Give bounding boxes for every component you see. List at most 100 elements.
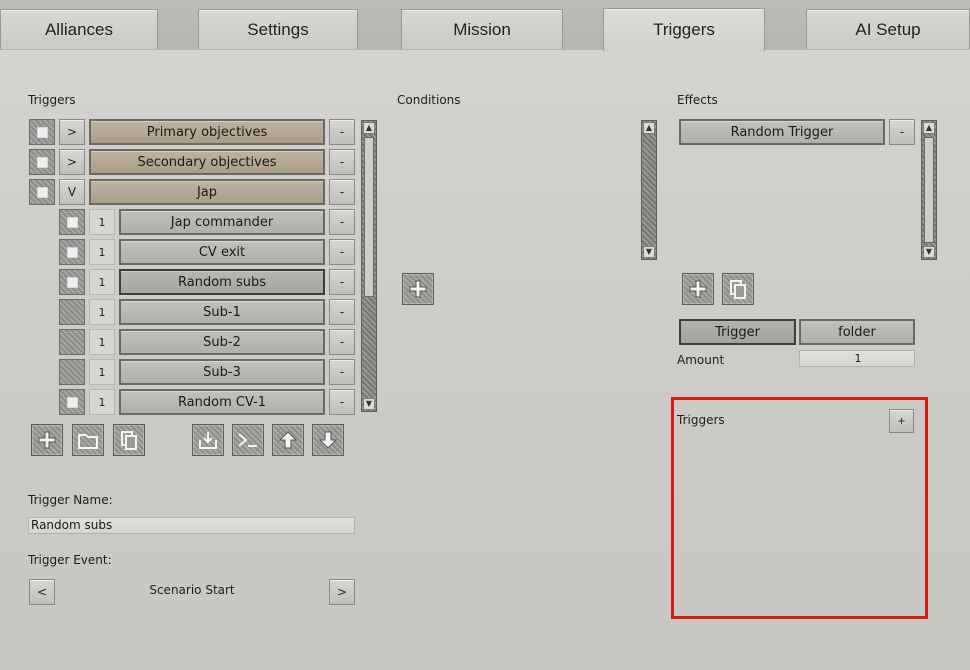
- add-effect-button[interactable]: [682, 273, 714, 305]
- tab-triggers[interactable]: Triggers: [603, 8, 765, 51]
- move-down-button[interactable]: [312, 424, 344, 456]
- trigger-enabled-checkbox[interactable]: [59, 389, 85, 415]
- checkbox-mark: [36, 126, 48, 138]
- trigger-count: 1: [89, 269, 115, 295]
- checkbox-mark: [66, 276, 78, 288]
- event-next-button[interactable]: >: [329, 579, 355, 605]
- conditions-heading: Conditions: [397, 93, 461, 107]
- trigger-item-jap-commander[interactable]: Jap commander: [119, 209, 325, 235]
- tab-mission[interactable]: Mission: [401, 9, 563, 49]
- add-sub-trigger-button[interactable]: +: [889, 409, 914, 433]
- plus-icon: [689, 280, 707, 298]
- copy-icon: [730, 280, 746, 299]
- trigger-count: 1: [89, 329, 115, 355]
- import-icon: [199, 432, 217, 449]
- trigger-list-scrollbar[interactable]: ▲ ▼: [361, 120, 377, 412]
- checkbox-mark: [66, 216, 78, 228]
- trigger-folder-secondary-objectives[interactable]: Secondary objectives: [89, 149, 325, 175]
- scroll-thumb[interactable]: [364, 137, 374, 297]
- scroll-down-arrow-icon[interactable]: ▼: [643, 246, 655, 258]
- scroll-down-arrow-icon[interactable]: ▼: [923, 246, 935, 258]
- remove-trigger-button[interactable]: -: [329, 239, 355, 265]
- copy-effect-button[interactable]: [722, 273, 754, 305]
- checkbox-mark: [66, 396, 78, 408]
- effect-item-random-trigger[interactable]: Random Trigger: [679, 119, 885, 145]
- copy-icon: [121, 431, 137, 450]
- scroll-thumb[interactable]: [924, 137, 934, 243]
- trigger-count: 1: [89, 209, 115, 235]
- tab-alliances[interactable]: Alliances: [0, 9, 158, 49]
- import-trigger-button[interactable]: [192, 424, 224, 456]
- triggers-heading: Triggers: [28, 93, 76, 107]
- trigger-item-cv-exit[interactable]: CV exit: [119, 239, 325, 265]
- copy-trigger-button[interactable]: [113, 424, 145, 456]
- mode-folder-button[interactable]: folder: [799, 319, 915, 345]
- checkbox-mark: [67, 337, 78, 348]
- remove-trigger-button[interactable]: -: [329, 119, 355, 145]
- trigger-count: 1: [89, 239, 115, 265]
- plus-icon: [38, 431, 56, 449]
- scenario-editor: Alliances Settings Mission Triggers AI S…: [0, 0, 970, 670]
- scroll-up-arrow-icon[interactable]: ▲: [923, 122, 935, 134]
- plus-icon: [409, 280, 427, 298]
- trigger-item-sub-1[interactable]: Sub-1: [119, 299, 325, 325]
- conditions-scrollbar[interactable]: ▲ ▼: [641, 120, 657, 260]
- remove-trigger-button[interactable]: -: [329, 209, 355, 235]
- trigger-enabled-checkbox[interactable]: [59, 239, 85, 265]
- move-up-button[interactable]: [272, 424, 304, 456]
- add-condition-button[interactable]: [402, 273, 434, 305]
- remove-trigger-button[interactable]: -: [329, 359, 355, 385]
- trigger-name-input[interactable]: Random subs: [28, 517, 355, 534]
- trigger-enabled-checkbox[interactable]: [59, 269, 85, 295]
- checkbox-mark: [66, 246, 78, 258]
- remove-effect-button[interactable]: -: [889, 119, 915, 145]
- trigger-count: 1: [89, 299, 115, 325]
- sub-triggers-heading: Triggers: [677, 413, 725, 427]
- scroll-up-arrow-icon[interactable]: ▲: [643, 122, 655, 134]
- remove-trigger-button[interactable]: -: [329, 389, 355, 415]
- trigger-enabled-checkbox[interactable]: [29, 179, 55, 205]
- collapse-folder-button[interactable]: V: [59, 179, 85, 205]
- trigger-item-sub-3[interactable]: Sub-3: [119, 359, 325, 385]
- trigger-count: 1: [89, 359, 115, 385]
- scroll-up-arrow-icon[interactable]: ▲: [363, 122, 375, 134]
- checkbox-mark: [36, 186, 48, 198]
- amount-input[interactable]: 1: [799, 350, 915, 367]
- trigger-enabled-checkbox[interactable]: [29, 149, 55, 175]
- remove-trigger-button[interactable]: -: [329, 149, 355, 175]
- add-folder-button[interactable]: [72, 424, 104, 456]
- remove-trigger-button[interactable]: -: [329, 299, 355, 325]
- effects-scrollbar[interactable]: ▲ ▼: [921, 120, 937, 260]
- add-trigger-button[interactable]: [31, 424, 63, 456]
- trigger-enabled-checkbox[interactable]: [29, 119, 55, 145]
- trigger-event-label: Trigger Event:: [28, 553, 112, 567]
- folder-icon: [78, 434, 98, 449]
- checkbox-mark: [36, 156, 48, 168]
- amount-label: Amount: [677, 353, 725, 367]
- trigger-enabled-checkbox[interactable]: [59, 359, 85, 385]
- console-icon: [238, 433, 257, 447]
- trigger-count: 1: [89, 389, 115, 415]
- expand-folder-button[interactable]: >: [59, 149, 85, 175]
- effects-heading: Effects: [677, 93, 718, 107]
- remove-trigger-button[interactable]: -: [329, 329, 355, 355]
- checkbox-mark: [67, 367, 78, 378]
- trigger-enabled-checkbox[interactable]: [59, 209, 85, 235]
- tab-ai-setup[interactable]: AI Setup: [806, 9, 970, 49]
- remove-trigger-button[interactable]: -: [329, 179, 355, 205]
- trigger-enabled-checkbox[interactable]: [59, 329, 85, 355]
- scroll-down-arrow-icon[interactable]: ▼: [363, 398, 375, 410]
- trigger-item-random-cv-1[interactable]: Random CV-1: [119, 389, 325, 415]
- mode-trigger-button[interactable]: Trigger: [679, 319, 796, 345]
- event-prev-button[interactable]: <: [29, 579, 55, 605]
- trigger-item-random-subs[interactable]: Random subs: [119, 269, 325, 295]
- tab-settings[interactable]: Settings: [198, 9, 358, 49]
- trigger-folder-jap[interactable]: Jap: [89, 179, 325, 205]
- expand-folder-button[interactable]: >: [59, 119, 85, 145]
- remove-trigger-button[interactable]: -: [329, 269, 355, 295]
- trigger-item-sub-2[interactable]: Sub-2: [119, 329, 325, 355]
- console-button[interactable]: [232, 424, 264, 456]
- trigger-event-value: Scenario Start: [149, 583, 235, 597]
- trigger-enabled-checkbox[interactable]: [59, 299, 85, 325]
- trigger-folder-primary-objectives[interactable]: Primary objectives: [89, 119, 325, 145]
